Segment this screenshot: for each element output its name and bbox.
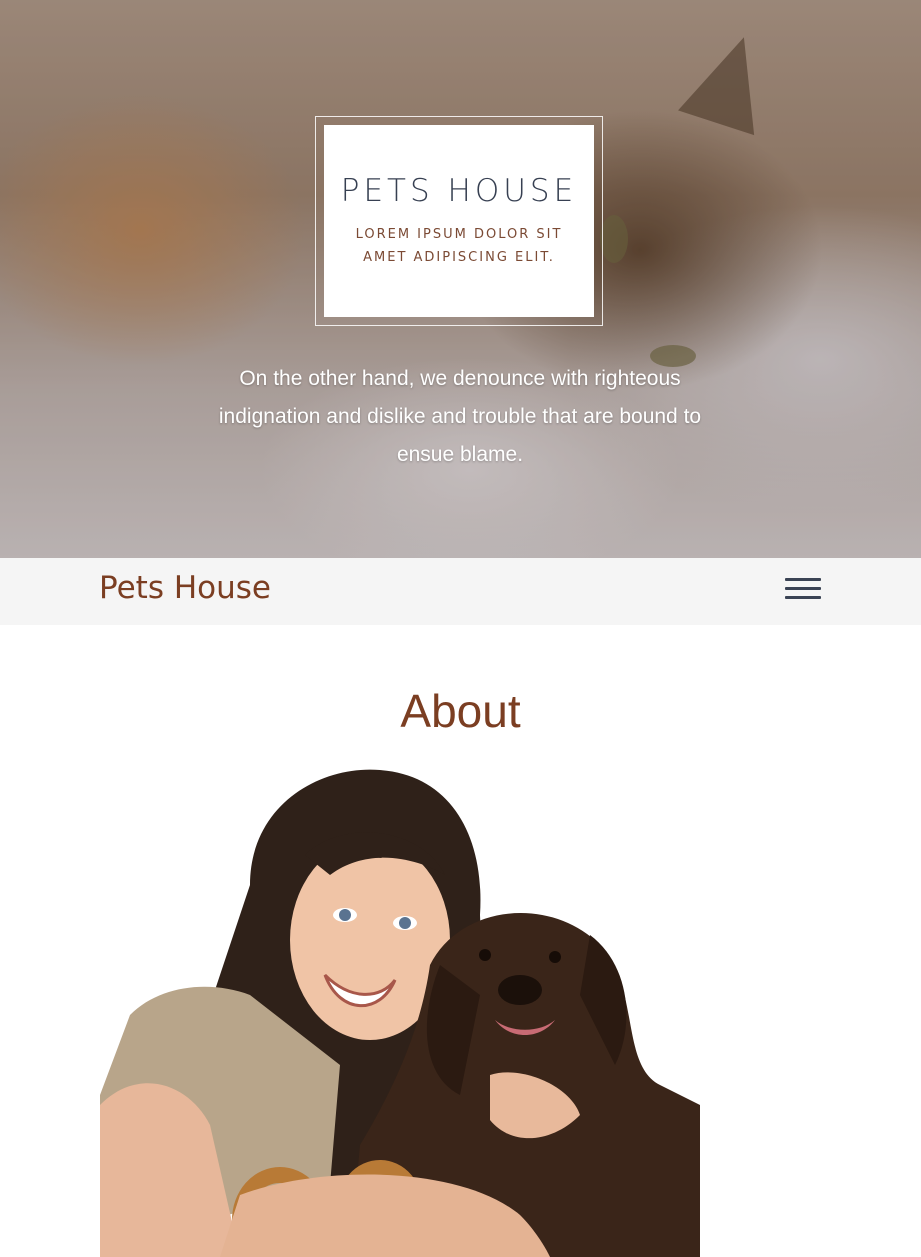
hero-title-box: PETS HOUSE LOREM IPSUM DOLOR SIT AMET AD… (324, 125, 594, 317)
hero-description: On the other hand, we denounce with righ… (218, 367, 702, 466)
about-photo-woman-with-dog (100, 769, 700, 1257)
navbar-brand[interactable]: Pets House (99, 570, 271, 606)
menu-bar (785, 587, 821, 590)
menu-bar (785, 578, 821, 581)
hero-title: PETS HOUSE (340, 173, 578, 209)
navbar: Pets House (0, 558, 921, 625)
cat-ear-shape (678, 24, 782, 136)
menu-bar (785, 596, 821, 599)
cat-eye-shape (600, 215, 628, 263)
about-title: About (400, 685, 521, 737)
hamburger-menu-icon[interactable] (785, 578, 821, 606)
hero-banner: PETS HOUSE LOREM IPSUM DOLOR SIT AMET AD… (0, 0, 921, 558)
hero-subtitle: LOREM IPSUM DOLOR SIT AMET ADIPISCING EL… (355, 227, 563, 265)
